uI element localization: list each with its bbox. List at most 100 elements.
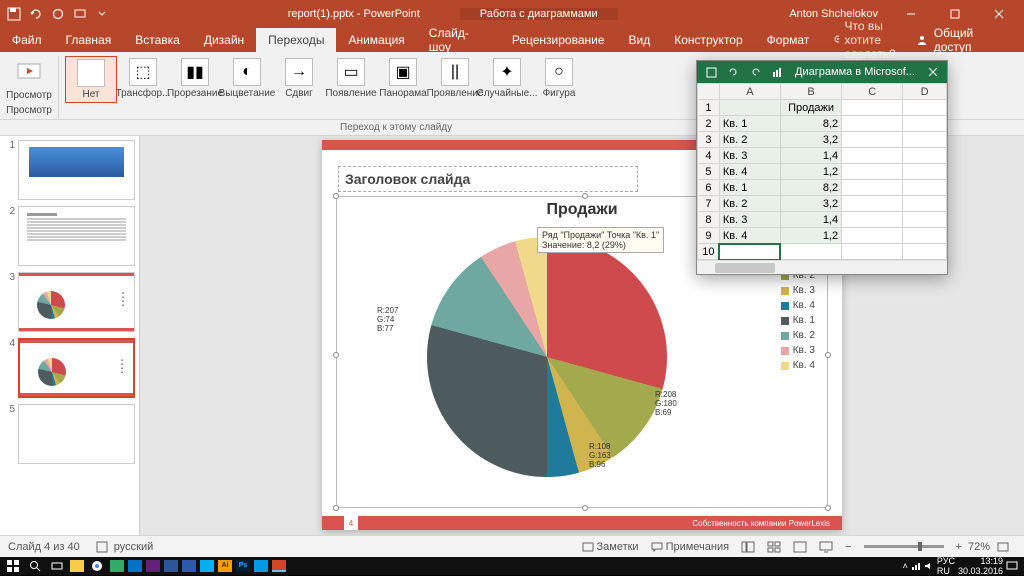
save-icon[interactable] <box>4 4 24 24</box>
normal-view-icon[interactable] <box>735 536 761 557</box>
powerpoint-icon[interactable] <box>272 560 286 572</box>
ai-icon[interactable]: Ai <box>218 560 232 572</box>
vs-icon[interactable] <box>146 560 160 572</box>
qat-more-icon[interactable] <box>92 4 112 24</box>
tab-главная[interactable]: Главная <box>54 28 124 52</box>
statusbar: Слайд 4 из 40 русский Заметки Примечания… <box>0 535 1024 557</box>
excel-chart-icon[interactable] <box>767 62 787 82</box>
tab-рецензирование[interactable]: Рецензирование <box>500 28 617 52</box>
maximize-button[interactable] <box>934 0 976 28</box>
notes-button[interactable]: Заметки <box>576 536 645 557</box>
fit-button[interactable] <box>990 536 1016 557</box>
transition-8[interactable]: ✦Случайные... <box>481 56 533 103</box>
explorer-icon[interactable] <box>70 560 84 572</box>
quick-access-toolbar <box>0 4 116 24</box>
excel-data-window[interactable]: Диаграмма в Microsof... ABCD1Продажи2Кв.… <box>696 60 948 275</box>
tell-me[interactable]: Что вы хотите сделать? <box>821 28 902 52</box>
thumbnail-5[interactable]: 5 <box>4 404 135 464</box>
windows-taskbar[interactable]: Ai Ps ˄ РУСRU 13:1930.03.2016 <box>0 557 1024 575</box>
tab-файл[interactable]: Файл <box>0 28 54 52</box>
tc-icon[interactable] <box>110 560 124 572</box>
thumbnail-panel[interactable]: 123■■■■4■■■■5 <box>0 136 140 535</box>
language-indicator[interactable]: русский <box>114 541 153 553</box>
lang-indicator[interactable]: РУСRU <box>937 556 955 576</box>
document-title: report(1).pptx - PowerPoint <box>288 8 420 20</box>
transition-5[interactable]: ▭Появление <box>325 56 377 103</box>
zoom-in-button[interactable]: + <box>950 536 968 557</box>
legend-item[interactable]: Кв. 4 <box>781 360 815 371</box>
comments-button[interactable]: Примечания <box>645 536 736 557</box>
start-slideshow-icon[interactable] <box>70 4 90 24</box>
thumbnail-2[interactable]: 2 <box>4 206 135 266</box>
spellcheck-icon[interactable] <box>90 536 114 557</box>
tab-вставка[interactable]: Вставка <box>123 28 192 52</box>
legend-item[interactable]: Кв. 3 <box>781 345 815 356</box>
zoom-out-button[interactable]: − <box>839 536 857 557</box>
transition-6[interactable]: ▣Панорама <box>377 56 429 103</box>
transition-1[interactable]: ⬚Трансфор... <box>117 56 169 103</box>
ribbon-tabs: ФайлГлавнаяВставкаДизайнПереходыАнимация… <box>0 28 1024 52</box>
transition-7[interactable]: ||Проявление <box>429 56 481 103</box>
chart-tools-label: Работа с диаграммами <box>460 8 618 20</box>
excel-grid[interactable]: ABCD1Продажи2Кв. 18,23Кв. 23,24Кв. 31,45… <box>697 83 947 260</box>
transition-2[interactable]: ▮▮Прорезание <box>169 56 221 103</box>
thumbnail-3[interactable]: 3■■■■ <box>4 272 135 332</box>
clock[interactable]: 13:1930.03.2016 <box>958 556 1003 576</box>
slide-counter: Слайд 4 из 40 <box>8 541 80 553</box>
outlook-icon[interactable] <box>128 560 142 572</box>
chrome-icon[interactable] <box>88 558 106 574</box>
excel-scrollbar[interactable] <box>697 260 947 274</box>
excel-save-icon[interactable] <box>701 62 721 82</box>
chart-tooltip: Ряд "Продажи" Точка "Кв. 1" Значение: 8,… <box>537 227 664 253</box>
slide-title-placeholder[interactable]: Заголовок слайда <box>338 166 638 192</box>
search-icon[interactable] <box>26 558 44 574</box>
transition-3[interactable]: ◐Выцветание <box>221 56 273 103</box>
thumbnail-1[interactable]: 1 <box>4 140 135 200</box>
skype-icon[interactable] <box>200 560 214 572</box>
transition-9[interactable]: ○Фигура <box>533 56 585 103</box>
pie-chart[interactable] <box>427 237 667 477</box>
tab-конструктор[interactable]: Конструктор <box>662 28 754 52</box>
tab-формат[interactable]: Формат <box>755 28 822 52</box>
transition-4[interactable]: →Сдвиг <box>273 56 325 103</box>
zoom-slider[interactable] <box>864 545 944 548</box>
slide-footer-bar: Собственность компании PowerLexis <box>322 516 842 530</box>
close-button[interactable] <box>978 0 1020 28</box>
photos-icon[interactable] <box>254 560 268 572</box>
thunderbird-icon[interactable] <box>182 560 196 572</box>
zoom-level[interactable]: 72% <box>968 541 990 553</box>
ps-icon[interactable]: Ps <box>236 560 250 572</box>
action-center-icon[interactable] <box>1006 561 1018 571</box>
taskview-icon[interactable] <box>48 558 66 574</box>
excel-close-button[interactable] <box>919 61 947 83</box>
preview-button[interactable]: Просмотр <box>6 56 52 103</box>
rgb-label: R:208G:180B:69 <box>655 391 677 417</box>
rgb-label: R:108G:163B:96 <box>589 443 611 469</box>
slideshow-view-icon[interactable] <box>813 536 839 557</box>
legend-item[interactable]: Кв. 4 <box>781 300 815 311</box>
tab-переходы[interactable]: Переходы <box>256 28 336 52</box>
transition-0[interactable]: Нет <box>65 56 117 103</box>
start-button[interactable] <box>4 558 22 574</box>
excel-undo-icon[interactable] <box>723 62 743 82</box>
redo-icon[interactable] <box>48 4 68 24</box>
volume-icon[interactable] <box>924 561 934 571</box>
rgb-label: R:207G:74B:77 <box>377 307 398 333</box>
network-icon[interactable] <box>911 561 921 571</box>
thumbnail-4[interactable]: 4■■■■ <box>4 338 135 398</box>
tab-слайд-шоу[interactable]: Слайд-шоу <box>417 28 500 52</box>
tab-анимация[interactable]: Анимация <box>336 28 416 52</box>
undo-icon[interactable] <box>26 4 46 24</box>
word-icon[interactable] <box>164 560 178 572</box>
excel-titlebar: Диаграмма в Microsof... <box>697 61 947 83</box>
excel-redo-icon[interactable] <box>745 62 765 82</box>
tab-дизайн[interactable]: Дизайн <box>192 28 256 52</box>
sorter-view-icon[interactable] <box>761 536 787 557</box>
tab-вид[interactable]: Вид <box>617 28 663 52</box>
legend-item[interactable]: Кв. 1 <box>781 315 815 326</box>
legend-item[interactable]: Кв. 3 <box>781 285 815 296</box>
share-button[interactable]: Общий доступ <box>902 28 1024 52</box>
legend-item[interactable]: Кв. 2 <box>781 330 815 341</box>
reading-view-icon[interactable] <box>787 536 813 557</box>
tray-up-icon[interactable]: ˄ <box>903 561 908 571</box>
